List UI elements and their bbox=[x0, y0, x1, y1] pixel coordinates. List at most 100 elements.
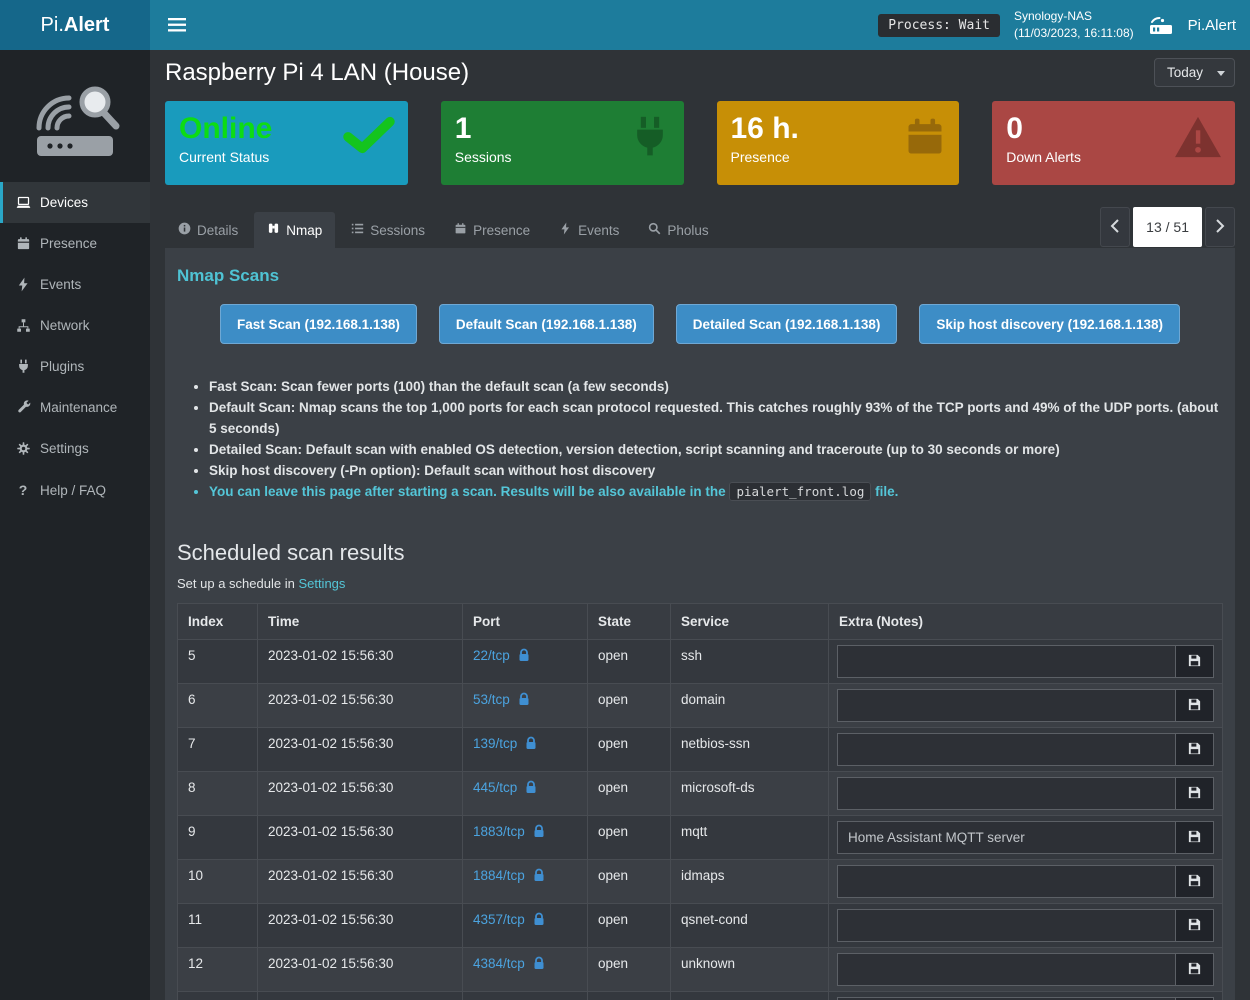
tab-nmap[interactable]: Nmap bbox=[254, 212, 335, 248]
save-button[interactable] bbox=[1176, 733, 1214, 766]
row-service: microsoft-ds bbox=[671, 772, 829, 816]
tab-events[interactable]: Events bbox=[546, 212, 632, 248]
save-button[interactable] bbox=[1176, 953, 1214, 986]
scan-note: Detailed Scan: Default scan with enabled… bbox=[209, 439, 1223, 460]
tab-sessions[interactable]: Sessions bbox=[338, 212, 438, 248]
note-group bbox=[837, 821, 1214, 854]
row-service: idmaps bbox=[671, 860, 829, 904]
sidebar-item-label: Network bbox=[40, 318, 90, 333]
sidebar-item-label: Settings bbox=[40, 441, 89, 456]
tab-presence[interactable]: Presence bbox=[441, 212, 543, 248]
row-index: 12 bbox=[178, 948, 258, 992]
table-row: 7 2023-01-02 15:56:30 139/tcp open netbi… bbox=[178, 728, 1223, 772]
scan-button[interactable]: Default Scan (192.168.1.138) bbox=[439, 304, 654, 344]
calendar-icon bbox=[454, 222, 467, 238]
port-link[interactable]: 139/tcp bbox=[473, 736, 517, 751]
note-input[interactable] bbox=[837, 953, 1176, 986]
note-text: file. bbox=[875, 484, 898, 499]
note-input[interactable] bbox=[837, 865, 1176, 898]
note-group bbox=[837, 645, 1214, 678]
note-group bbox=[837, 865, 1214, 898]
log-filename: pialert_front.log bbox=[729, 482, 871, 501]
save-icon bbox=[1187, 961, 1202, 979]
note-input[interactable] bbox=[837, 733, 1176, 766]
row-time: 2023-01-02 15:56:30 bbox=[258, 860, 463, 904]
chevron-right-icon bbox=[1215, 219, 1225, 236]
port-link[interactable]: 445/tcp bbox=[473, 780, 517, 795]
settings-link[interactable]: Settings bbox=[298, 576, 345, 591]
save-button[interactable] bbox=[1176, 777, 1214, 810]
current-status-card[interactable]: Online Current Status bbox=[165, 101, 408, 185]
save-button[interactable] bbox=[1176, 909, 1214, 942]
header-app-name: Pi.Alert bbox=[1188, 17, 1236, 34]
table-row: 6 2023-01-02 15:56:30 53/tcp open domain bbox=[178, 684, 1223, 728]
row-time: 2023-01-02 15:56:30 bbox=[258, 684, 463, 728]
nas-device-icon bbox=[1148, 13, 1174, 37]
tab-details[interactable]: Details bbox=[165, 212, 251, 248]
process-status-badge: Process: Wait bbox=[878, 14, 1000, 37]
sidebar-item-label: Devices bbox=[40, 195, 88, 210]
scan-button[interactable]: Fast Scan (192.168.1.138) bbox=[220, 304, 417, 344]
bolt-icon bbox=[559, 222, 572, 238]
tab-pholus[interactable]: Pholus bbox=[635, 212, 721, 248]
row-service: qsnet-cond bbox=[671, 904, 829, 948]
port-link[interactable]: 22/tcp bbox=[473, 648, 510, 663]
save-icon bbox=[1187, 873, 1202, 891]
sidebar-item-help[interactable]: ? Help / FAQ bbox=[0, 469, 150, 511]
app-logo[interactable]: Pi.Alert bbox=[0, 0, 150, 50]
sidebar-item-settings[interactable]: Settings bbox=[0, 428, 150, 469]
save-button[interactable] bbox=[1176, 865, 1214, 898]
port-link[interactable]: 4357/tcp bbox=[473, 912, 525, 927]
row-state: open bbox=[588, 948, 671, 992]
presence-card[interactable]: 16 h. Presence bbox=[717, 101, 960, 185]
scan-button[interactable]: Detailed Scan (192.168.1.138) bbox=[676, 304, 898, 344]
note-input[interactable] bbox=[837, 689, 1176, 722]
save-button[interactable] bbox=[1176, 821, 1214, 854]
save-icon bbox=[1187, 653, 1202, 671]
port-link[interactable]: 53/tcp bbox=[473, 692, 510, 707]
port-link[interactable]: 1884/tcp bbox=[473, 868, 525, 883]
table-row: 8 2023-01-02 15:56:30 445/tcp open micro… bbox=[178, 772, 1223, 816]
gear-icon bbox=[15, 441, 31, 456]
network-icon bbox=[15, 318, 31, 333]
table-row: 11 2023-01-02 15:56:30 4357/tcp open qsn… bbox=[178, 904, 1223, 948]
sidebar-item-maintenance[interactable]: Maintenance bbox=[0, 387, 150, 428]
plug-icon bbox=[628, 115, 672, 164]
lock-icon bbox=[518, 692, 530, 709]
sidebar-item-network[interactable]: Network bbox=[0, 305, 150, 346]
scan-note-log: You can leave this page after starting a… bbox=[209, 481, 1223, 502]
check-icon bbox=[342, 115, 396, 160]
next-page-button[interactable] bbox=[1205, 207, 1235, 247]
scan-button[interactable]: Skip host discovery (192.168.1.138) bbox=[919, 304, 1180, 344]
logo-alert: Alert bbox=[64, 14, 110, 37]
page-indicator: 13 / 51 bbox=[1133, 207, 1202, 247]
note-input[interactable] bbox=[837, 909, 1176, 942]
hamburger-icon[interactable] bbox=[164, 12, 190, 38]
question-icon: ? bbox=[15, 482, 31, 498]
down-alerts-card[interactable]: 0 Down Alerts bbox=[992, 101, 1235, 185]
sessions-card[interactable]: 1 Sessions bbox=[441, 101, 684, 185]
col-header-port: Port bbox=[463, 604, 588, 640]
row-index: 9 bbox=[178, 816, 258, 860]
list-icon bbox=[351, 222, 364, 238]
note-input[interactable] bbox=[837, 777, 1176, 810]
tab-label: Presence bbox=[473, 223, 530, 238]
sidebar-item-presence[interactable]: Presence bbox=[0, 223, 150, 264]
save-button[interactable] bbox=[1176, 689, 1214, 722]
sidebar-item-plugins[interactable]: Plugins bbox=[0, 346, 150, 387]
title-row: Raspberry Pi 4 LAN (House) Today bbox=[165, 58, 1235, 87]
sidebar-item-devices[interactable]: Devices bbox=[0, 182, 150, 223]
note-input[interactable] bbox=[837, 821, 1176, 854]
port-link[interactable]: 1883/tcp bbox=[473, 824, 525, 839]
row-state: open bbox=[588, 904, 671, 948]
prev-page-button[interactable] bbox=[1100, 207, 1130, 247]
note-input[interactable] bbox=[837, 645, 1176, 678]
nas-name: Synology-NAS bbox=[1014, 8, 1134, 25]
save-button[interactable] bbox=[1176, 645, 1214, 678]
header-bar: Process: Wait Synology-NAS (11/03/2023, … bbox=[150, 0, 1250, 50]
period-select[interactable]: Today bbox=[1154, 58, 1235, 87]
scheduled-results-heading: Scheduled scan results bbox=[177, 540, 1223, 566]
sidebar-item-events[interactable]: Events bbox=[0, 264, 150, 305]
port-link[interactable]: 4384/tcp bbox=[473, 956, 525, 971]
nmap-heading: Nmap Scans bbox=[177, 266, 1223, 286]
